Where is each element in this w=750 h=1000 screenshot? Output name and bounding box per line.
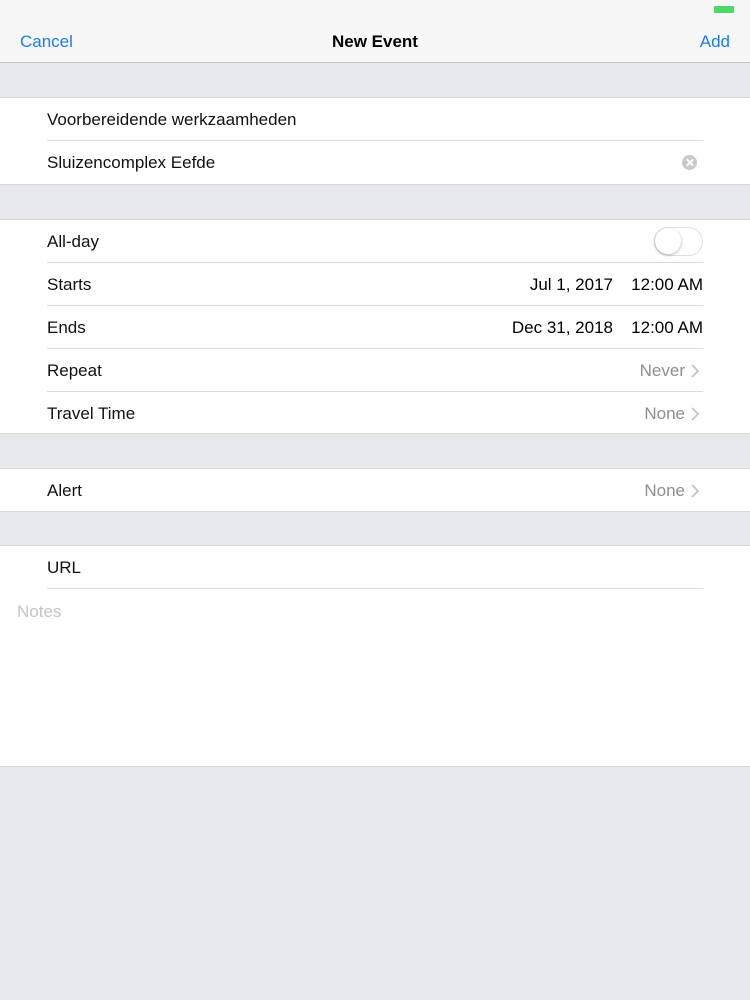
notes-field[interactable]: Notes <box>17 602 61 622</box>
location-field[interactable]: Sluizencomplex Eefde <box>47 141 703 184</box>
title-field[interactable]: Voorbereidende werkzaamheden <box>47 98 703 141</box>
repeat-row[interactable]: Repeat Never <box>47 349 703 392</box>
url-notes-group: URL Notes <box>0 545 750 767</box>
battery-icon <box>714 6 734 13</box>
starts-row[interactable]: Starts Jul 1, 2017 12:00 AM <box>47 263 703 306</box>
travel-time-label: Travel Time <box>47 404 136 423</box>
toggle-knob <box>655 228 681 254</box>
ends-time: 12:00 AM <box>631 318 703 337</box>
allday-row: All-day <box>47 220 703 263</box>
page-title: New Event <box>332 32 418 51</box>
chevron-right-icon <box>691 407 700 421</box>
ends-label: Ends <box>47 318 86 337</box>
repeat-value: Never <box>639 361 685 380</box>
repeat-label: Repeat <box>47 361 102 380</box>
navigation-bar: Cancel New Event Add <box>0 18 750 63</box>
starts-label: Starts <box>47 275 92 294</box>
starts-time: 12:00 AM <box>631 275 703 294</box>
location-text: Sluizencomplex Eefde <box>47 153 216 172</box>
clear-icon[interactable] <box>682 155 697 170</box>
chevron-right-icon <box>691 484 700 498</box>
alert-label: Alert <box>47 481 82 500</box>
alert-value: None <box>644 481 685 500</box>
ends-row[interactable]: Ends Dec 31, 2018 12:00 AM <box>47 306 703 349</box>
starts-date: Jul 1, 2017 <box>529 275 613 294</box>
url-field[interactable]: URL <box>47 546 703 589</box>
allday-label: All-day <box>47 232 99 251</box>
travel-time-value: None <box>644 404 685 423</box>
url-placeholder: URL <box>47 558 82 577</box>
add-button[interactable]: Add <box>700 32 730 52</box>
alert-row[interactable]: Alert None <box>47 469 703 512</box>
status-bar <box>0 0 750 18</box>
chevron-right-icon <box>691 364 700 378</box>
event-info-group: Voorbereidende werkzaamheden Sluizencomp… <box>0 97 750 185</box>
travel-time-row[interactable]: Travel Time None <box>47 392 703 435</box>
ends-date: Dec 31, 2018 <box>511 318 613 337</box>
time-group: All-day Starts Jul 1, 2017 12:00 AM Ends… <box>0 219 750 434</box>
alert-group: Alert None <box>0 468 750 512</box>
allday-toggle[interactable] <box>654 227 703 256</box>
title-text: Voorbereidende werkzaamheden <box>47 110 297 129</box>
